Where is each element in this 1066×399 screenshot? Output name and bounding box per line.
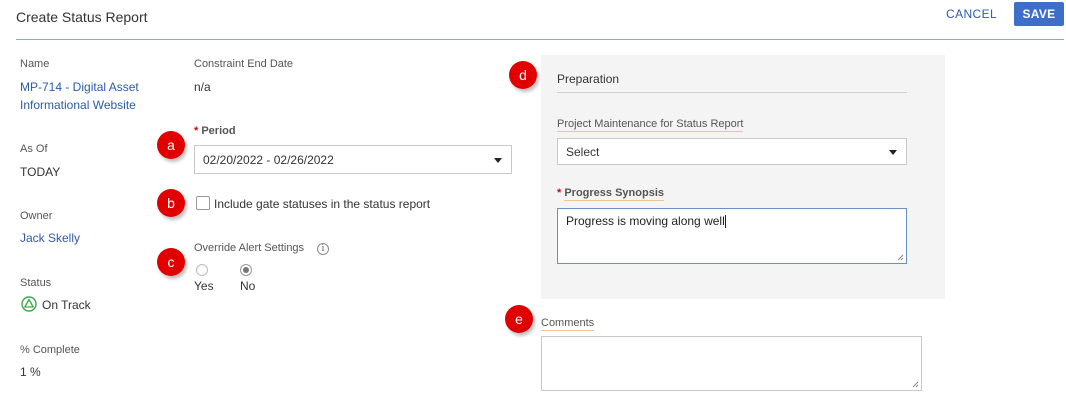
info-icon[interactable]: i [317,243,329,255]
owner-link[interactable]: Jack Skelly [20,229,80,247]
comments-textarea[interactable] [541,336,922,391]
as-of-label: As Of [20,143,48,155]
required-marker: * [194,125,199,137]
name-link[interactable]: MP-714 - Digital Asset Informational Web… [20,78,160,114]
override-yes-radio[interactable] [196,264,208,276]
status-label: Status [20,277,52,289]
required-marker: * [557,187,562,199]
page-title: Create Status Report [16,9,148,25]
name-label: Name [20,58,50,70]
save-button[interactable]: SAVE [1014,2,1064,26]
callout-badge-b: b [157,189,185,217]
percent-complete-label: % Complete [20,344,80,356]
cancel-button[interactable]: CANCEL [946,7,997,21]
progress-synopsis-label: * Progress Synopsis [557,187,664,201]
gate-statuses-label: Include gate statuses in the status repo… [214,197,431,211]
constraint-end-date-value: n/a [194,80,211,94]
caret-down-icon [494,157,502,163]
callout-badge-e: e [505,305,533,333]
as-of-value: TODAY [20,165,61,179]
override-no-radio[interactable] [240,264,252,276]
percent-complete-value: 1 % [20,365,41,379]
resize-grip-icon[interactable] [912,381,919,388]
period-label: * Period [194,125,236,137]
status-value: On Track [42,298,91,312]
callout-badge-a: a [157,131,185,159]
period-label-text: Period [201,125,236,137]
triangle-in-circle-icon [21,296,37,312]
preparation-divider [557,92,907,93]
progress-synopsis-textarea[interactable]: Progress is moving along well [557,208,907,264]
constraint-end-date-label: Constraint End Date [194,58,294,70]
progress-synopsis-label-text: Progress Synopsis [564,187,664,201]
callout-badge-d: d [509,61,537,89]
override-no-label: No [240,279,256,293]
preparation-title: Preparation [557,72,620,86]
period-select-value: 02/20/2022 - 02/26/2022 [203,152,334,167]
project-maintenance-value: Select [566,144,600,159]
project-maintenance-select[interactable]: Select [557,138,907,165]
progress-synopsis-text: Progress is moving along well [566,214,725,228]
comments-label: Comments [541,317,595,331]
project-maintenance-label: Project Maintenance for Status Report [557,118,744,132]
gate-statuses-checkbox[interactable] [196,196,210,210]
callout-badge-c: c [157,248,185,276]
caret-down-icon [889,149,897,155]
resize-grip-icon[interactable] [897,254,904,261]
override-alert-label: Override Alert Settings [194,242,305,254]
text-cursor [724,215,726,229]
period-select[interactable]: 02/20/2022 - 02/26/2022 [194,145,512,174]
header-divider [16,39,1064,40]
owner-label: Owner [20,210,53,222]
override-yes-label: Yes [194,279,214,293]
